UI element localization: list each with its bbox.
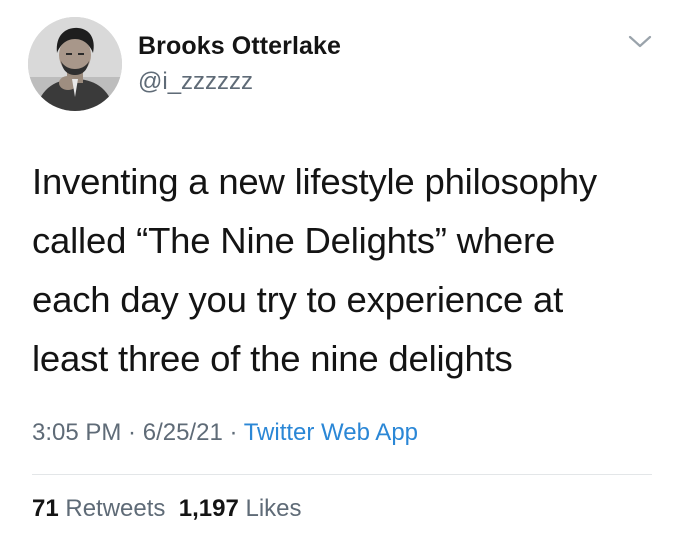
tweet-source-link[interactable]: Twitter Web App xyxy=(244,419,418,446)
divider xyxy=(32,474,652,475)
tweet-metadata: 3:05 PM · 6/25/21 · Twitter Web App xyxy=(32,419,418,447)
tweet-text-line: each day you try to experience at xyxy=(32,279,564,320)
avatar[interactable] xyxy=(28,17,122,111)
tweet-text-line: Inventing a new lifestyle philosophy xyxy=(32,161,597,202)
meta-separator: · xyxy=(222,419,244,446)
user-handle[interactable]: @i_zzzzzz xyxy=(138,68,253,96)
display-name[interactable]: Brooks Otterlake xyxy=(138,32,341,61)
retweets-stat[interactable]: 71 Retweets xyxy=(32,495,165,522)
chevron-down-icon[interactable] xyxy=(626,32,654,52)
tweet-date[interactable]: 6/25/21 xyxy=(143,419,223,446)
tweet-card: Brooks Otterlake @i_zzzzzz Inventing a n… xyxy=(0,0,680,539)
tweet-text: Inventing a new lifestyle philosophy cal… xyxy=(32,152,652,388)
tweet-text-line: least three of the nine delights xyxy=(32,338,513,379)
retweets-count: 71 xyxy=(32,495,59,522)
tweet-text-line: called “The Nine Delights” where xyxy=(32,220,556,261)
tweet-time[interactable]: 3:05 PM xyxy=(32,419,121,446)
likes-stat[interactable]: 1,197 Likes xyxy=(179,495,302,522)
engagement-stats: 71 Retweets 1,197 Likes xyxy=(32,495,302,523)
likes-label: Likes xyxy=(245,495,302,522)
retweets-label: Retweets xyxy=(65,495,166,522)
meta-separator: · xyxy=(121,419,143,446)
avatar-photo xyxy=(28,17,122,111)
likes-count: 1,197 xyxy=(178,495,239,522)
